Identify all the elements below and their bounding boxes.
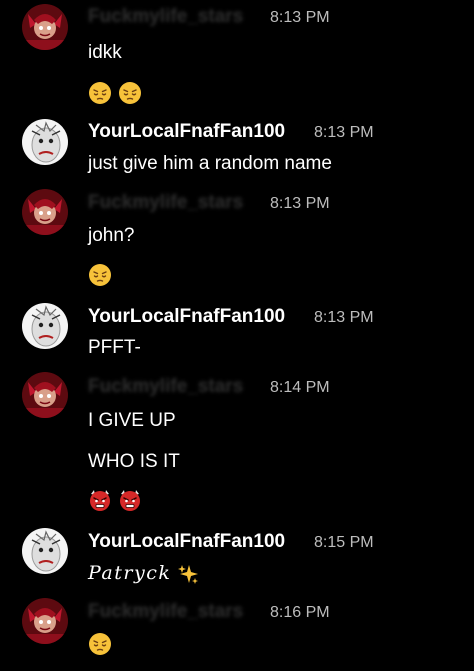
emoji-row: [88, 81, 148, 105]
message-text: Patryck: [88, 562, 199, 585]
message-text: I GIVE UP: [88, 410, 176, 431]
message-text: WHO IS IT: [88, 451, 180, 472]
timestamp: 8:13 PM: [314, 124, 374, 141]
white-face-avatar-icon: [22, 303, 68, 349]
timestamp: 8:13 PM: [270, 195, 330, 212]
emoji-row: [88, 632, 118, 656]
message-text: PFFT-: [88, 337, 141, 358]
pensive-face-icon: [88, 81, 112, 105]
avatar[interactable]: [22, 189, 68, 235]
username[interactable]: Fuckmylife_stars: [88, 6, 243, 28]
username[interactable]: YourLocalFnafFan100: [88, 121, 285, 143]
red-character-avatar-icon: [22, 598, 68, 644]
message-text: idkk: [88, 42, 122, 63]
timestamp: 8:13 PM: [314, 309, 374, 326]
emoji-row: [88, 488, 148, 512]
message-text: john?: [88, 225, 135, 246]
red-character-avatar-icon: [22, 189, 68, 235]
timestamp: 8:16 PM: [270, 604, 330, 621]
username[interactable]: YourLocalFnafFan100: [88, 306, 285, 328]
username[interactable]: Fuckmylife_stars: [88, 601, 243, 623]
avatar[interactable]: [22, 598, 68, 644]
avatar[interactable]: [22, 303, 68, 349]
pensive-face-icon: [118, 81, 142, 105]
timestamp: 8:14 PM: [270, 379, 330, 396]
avatar[interactable]: [22, 4, 68, 50]
username[interactable]: YourLocalFnafFan100: [88, 531, 285, 553]
angry-devil-icon: [88, 488, 112, 512]
username[interactable]: Fuckmylife_stars: [88, 376, 243, 398]
white-face-avatar-icon: [22, 528, 68, 574]
avatar[interactable]: [22, 119, 68, 165]
username[interactable]: Fuckmylife_stars: [88, 192, 243, 214]
avatar[interactable]: [22, 372, 68, 418]
pensive-face-icon: [88, 263, 112, 287]
sparkles-icon: [177, 563, 199, 585]
white-face-avatar-icon: [22, 119, 68, 165]
pensive-face-icon: [88, 632, 112, 656]
timestamp: 8:15 PM: [314, 534, 374, 551]
angry-devil-icon: [118, 488, 142, 512]
emoji-row: [88, 263, 118, 287]
message-text: just give him a random name: [88, 153, 332, 174]
timestamp: 8:13 PM: [270, 9, 330, 26]
red-character-avatar-icon: [22, 4, 68, 50]
message-text-content: Patryck: [88, 562, 172, 584]
avatar[interactable]: [22, 528, 68, 574]
red-character-avatar-icon: [22, 372, 68, 418]
